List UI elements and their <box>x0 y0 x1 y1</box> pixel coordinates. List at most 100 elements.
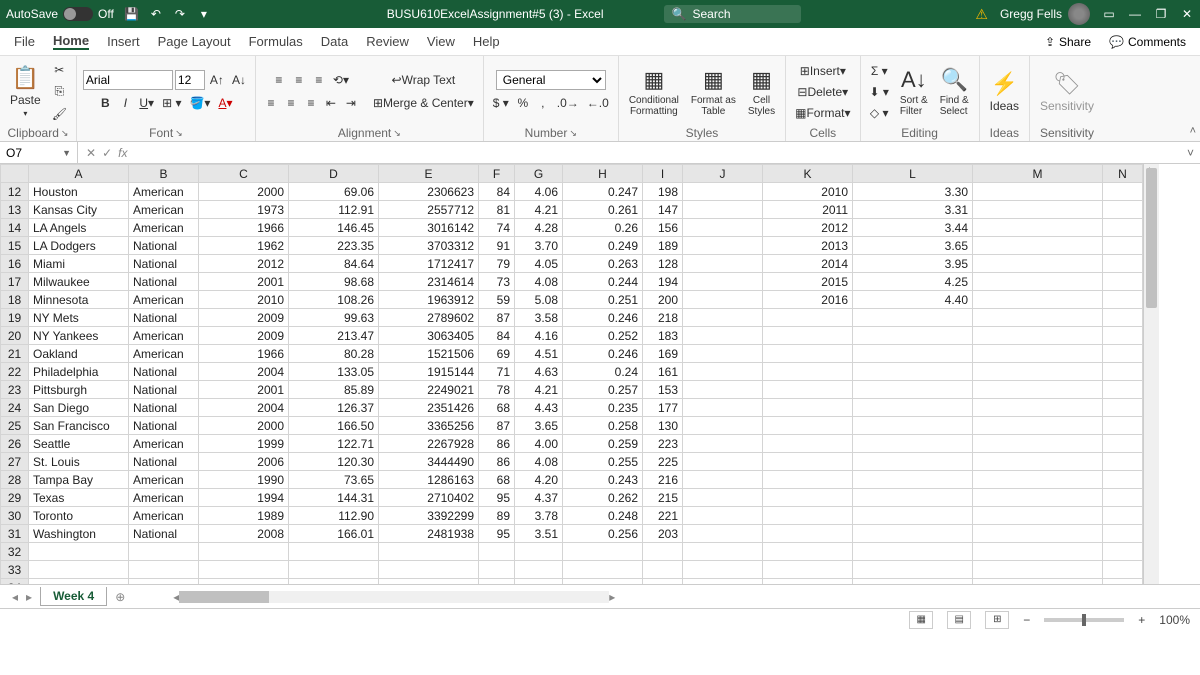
align-top-icon[interactable]: ≡ <box>270 70 288 90</box>
cell[interactable] <box>763 327 853 345</box>
font-name-combo[interactable] <box>83 70 173 90</box>
cell[interactable]: 0.248 <box>563 507 643 525</box>
row-header[interactable]: 25 <box>1 417 29 435</box>
decrease-font-icon[interactable]: A↓ <box>229 70 249 90</box>
cell[interactable]: 4.21 <box>515 201 563 219</box>
cell[interactable]: 74 <box>479 219 515 237</box>
cell[interactable] <box>973 417 1103 435</box>
cell[interactable]: 3.30 <box>853 183 973 201</box>
row-header[interactable]: 20 <box>1 327 29 345</box>
cell[interactable]: 1521506 <box>379 345 479 363</box>
cell[interactable]: Philadelphia <box>29 363 129 381</box>
cell[interactable] <box>973 237 1103 255</box>
cell[interactable]: 2004 <box>199 399 289 417</box>
cell[interactable]: St. Louis <box>29 453 129 471</box>
cell[interactable]: NY Yankees <box>29 327 129 345</box>
comments-button[interactable]: 💬Comments <box>1109 35 1186 49</box>
name-box[interactable]: O7▼ <box>0 142 78 163</box>
cell[interactable] <box>683 309 763 327</box>
cell[interactable]: 2010 <box>199 291 289 309</box>
cell[interactable] <box>515 561 563 579</box>
cell[interactable]: National <box>129 399 199 417</box>
cell[interactable]: 4.63 <box>515 363 563 381</box>
cell[interactable]: American <box>129 345 199 363</box>
cell[interactable] <box>29 561 129 579</box>
cell[interactable] <box>1103 381 1143 399</box>
cell[interactable]: 200 <box>643 291 683 309</box>
cell[interactable] <box>683 327 763 345</box>
column-header[interactable]: H <box>563 165 643 183</box>
cell[interactable]: San Francisco <box>29 417 129 435</box>
align-right-icon[interactable]: ≡ <box>302 93 320 113</box>
zoom-level[interactable]: 100% <box>1159 613 1190 627</box>
align-center-icon[interactable]: ≡ <box>282 93 300 113</box>
cell[interactable] <box>853 417 973 435</box>
cell[interactable] <box>1103 327 1143 345</box>
cell[interactable] <box>129 561 199 579</box>
cell[interactable]: 2267928 <box>379 435 479 453</box>
tab-help[interactable]: Help <box>473 34 500 49</box>
cell[interactable]: 95 <box>479 525 515 543</box>
cell[interactable]: 177 <box>643 399 683 417</box>
cell[interactable]: 221 <box>643 507 683 525</box>
vertical-scrollbar[interactable]: ▴ <box>1143 164 1159 584</box>
cell[interactable] <box>973 363 1103 381</box>
cell[interactable] <box>1103 579 1143 585</box>
wrap-text-button[interactable]: ↩ Wrap Text <box>389 70 459 90</box>
font-color-icon[interactable]: A ▾ <box>215 93 235 113</box>
minimize-icon[interactable]: — <box>1128 7 1142 21</box>
expand-formula-bar-icon[interactable]: ˅ <box>1181 146 1200 160</box>
cell[interactable]: 146.45 <box>289 219 379 237</box>
cell[interactable] <box>853 363 973 381</box>
cell[interactable]: 4.40 <box>853 291 973 309</box>
cell[interactable] <box>763 471 853 489</box>
undo-icon[interactable]: ↶ <box>148 6 164 22</box>
cell[interactable]: 147 <box>643 201 683 219</box>
cell[interactable]: 0.246 <box>563 345 643 363</box>
cell[interactable]: 4.20 <box>515 471 563 489</box>
cell[interactable]: National <box>129 417 199 435</box>
cell[interactable]: 0.247 <box>563 183 643 201</box>
fill-icon[interactable]: ⬇ ▾ <box>867 82 892 102</box>
cell[interactable]: 2710402 <box>379 489 479 507</box>
cell[interactable]: 4.08 <box>515 453 563 471</box>
cell[interactable] <box>683 381 763 399</box>
column-header[interactable]: B <box>129 165 199 183</box>
cell[interactable]: 0.249 <box>563 237 643 255</box>
tab-data[interactable]: Data <box>321 34 348 49</box>
cell[interactable] <box>1103 255 1143 273</box>
cell[interactable]: National <box>129 273 199 291</box>
cell[interactable]: 198 <box>643 183 683 201</box>
cell[interactable]: 0.243 <box>563 471 643 489</box>
cell[interactable]: 59 <box>479 291 515 309</box>
cell[interactable] <box>683 471 763 489</box>
cell[interactable] <box>563 579 643 585</box>
border-icon[interactable]: ⊞ ▾ <box>159 93 184 113</box>
increase-decimal-icon[interactable]: .0→ <box>554 93 582 113</box>
cell[interactable]: 0.258 <box>563 417 643 435</box>
cell[interactable]: 108.26 <box>289 291 379 309</box>
tab-formulas[interactable]: Formulas <box>249 34 303 49</box>
cell[interactable]: National <box>129 525 199 543</box>
column-header[interactable]: F <box>479 165 515 183</box>
cell[interactable] <box>683 507 763 525</box>
cell[interactable]: 4.37 <box>515 489 563 507</box>
dialog-launcher-icon[interactable]: ↘ <box>175 128 183 139</box>
cell[interactable] <box>683 255 763 273</box>
cell[interactable]: 169 <box>643 345 683 363</box>
decrease-decimal-icon[interactable]: ←.0 <box>584 93 612 113</box>
row-header[interactable]: 31 <box>1 525 29 543</box>
cell[interactable] <box>643 579 683 585</box>
cell[interactable] <box>289 543 379 561</box>
cell[interactable]: NY Mets <box>29 309 129 327</box>
cell[interactable] <box>683 561 763 579</box>
cell[interactable]: 2015 <box>763 273 853 291</box>
cell[interactable] <box>973 201 1103 219</box>
cell[interactable] <box>1103 453 1143 471</box>
cell[interactable] <box>683 363 763 381</box>
cell[interactable]: 3392299 <box>379 507 479 525</box>
cell[interactable]: American <box>129 327 199 345</box>
cell[interactable] <box>973 543 1103 561</box>
cell[interactable] <box>1103 237 1143 255</box>
cell[interactable]: 3063405 <box>379 327 479 345</box>
